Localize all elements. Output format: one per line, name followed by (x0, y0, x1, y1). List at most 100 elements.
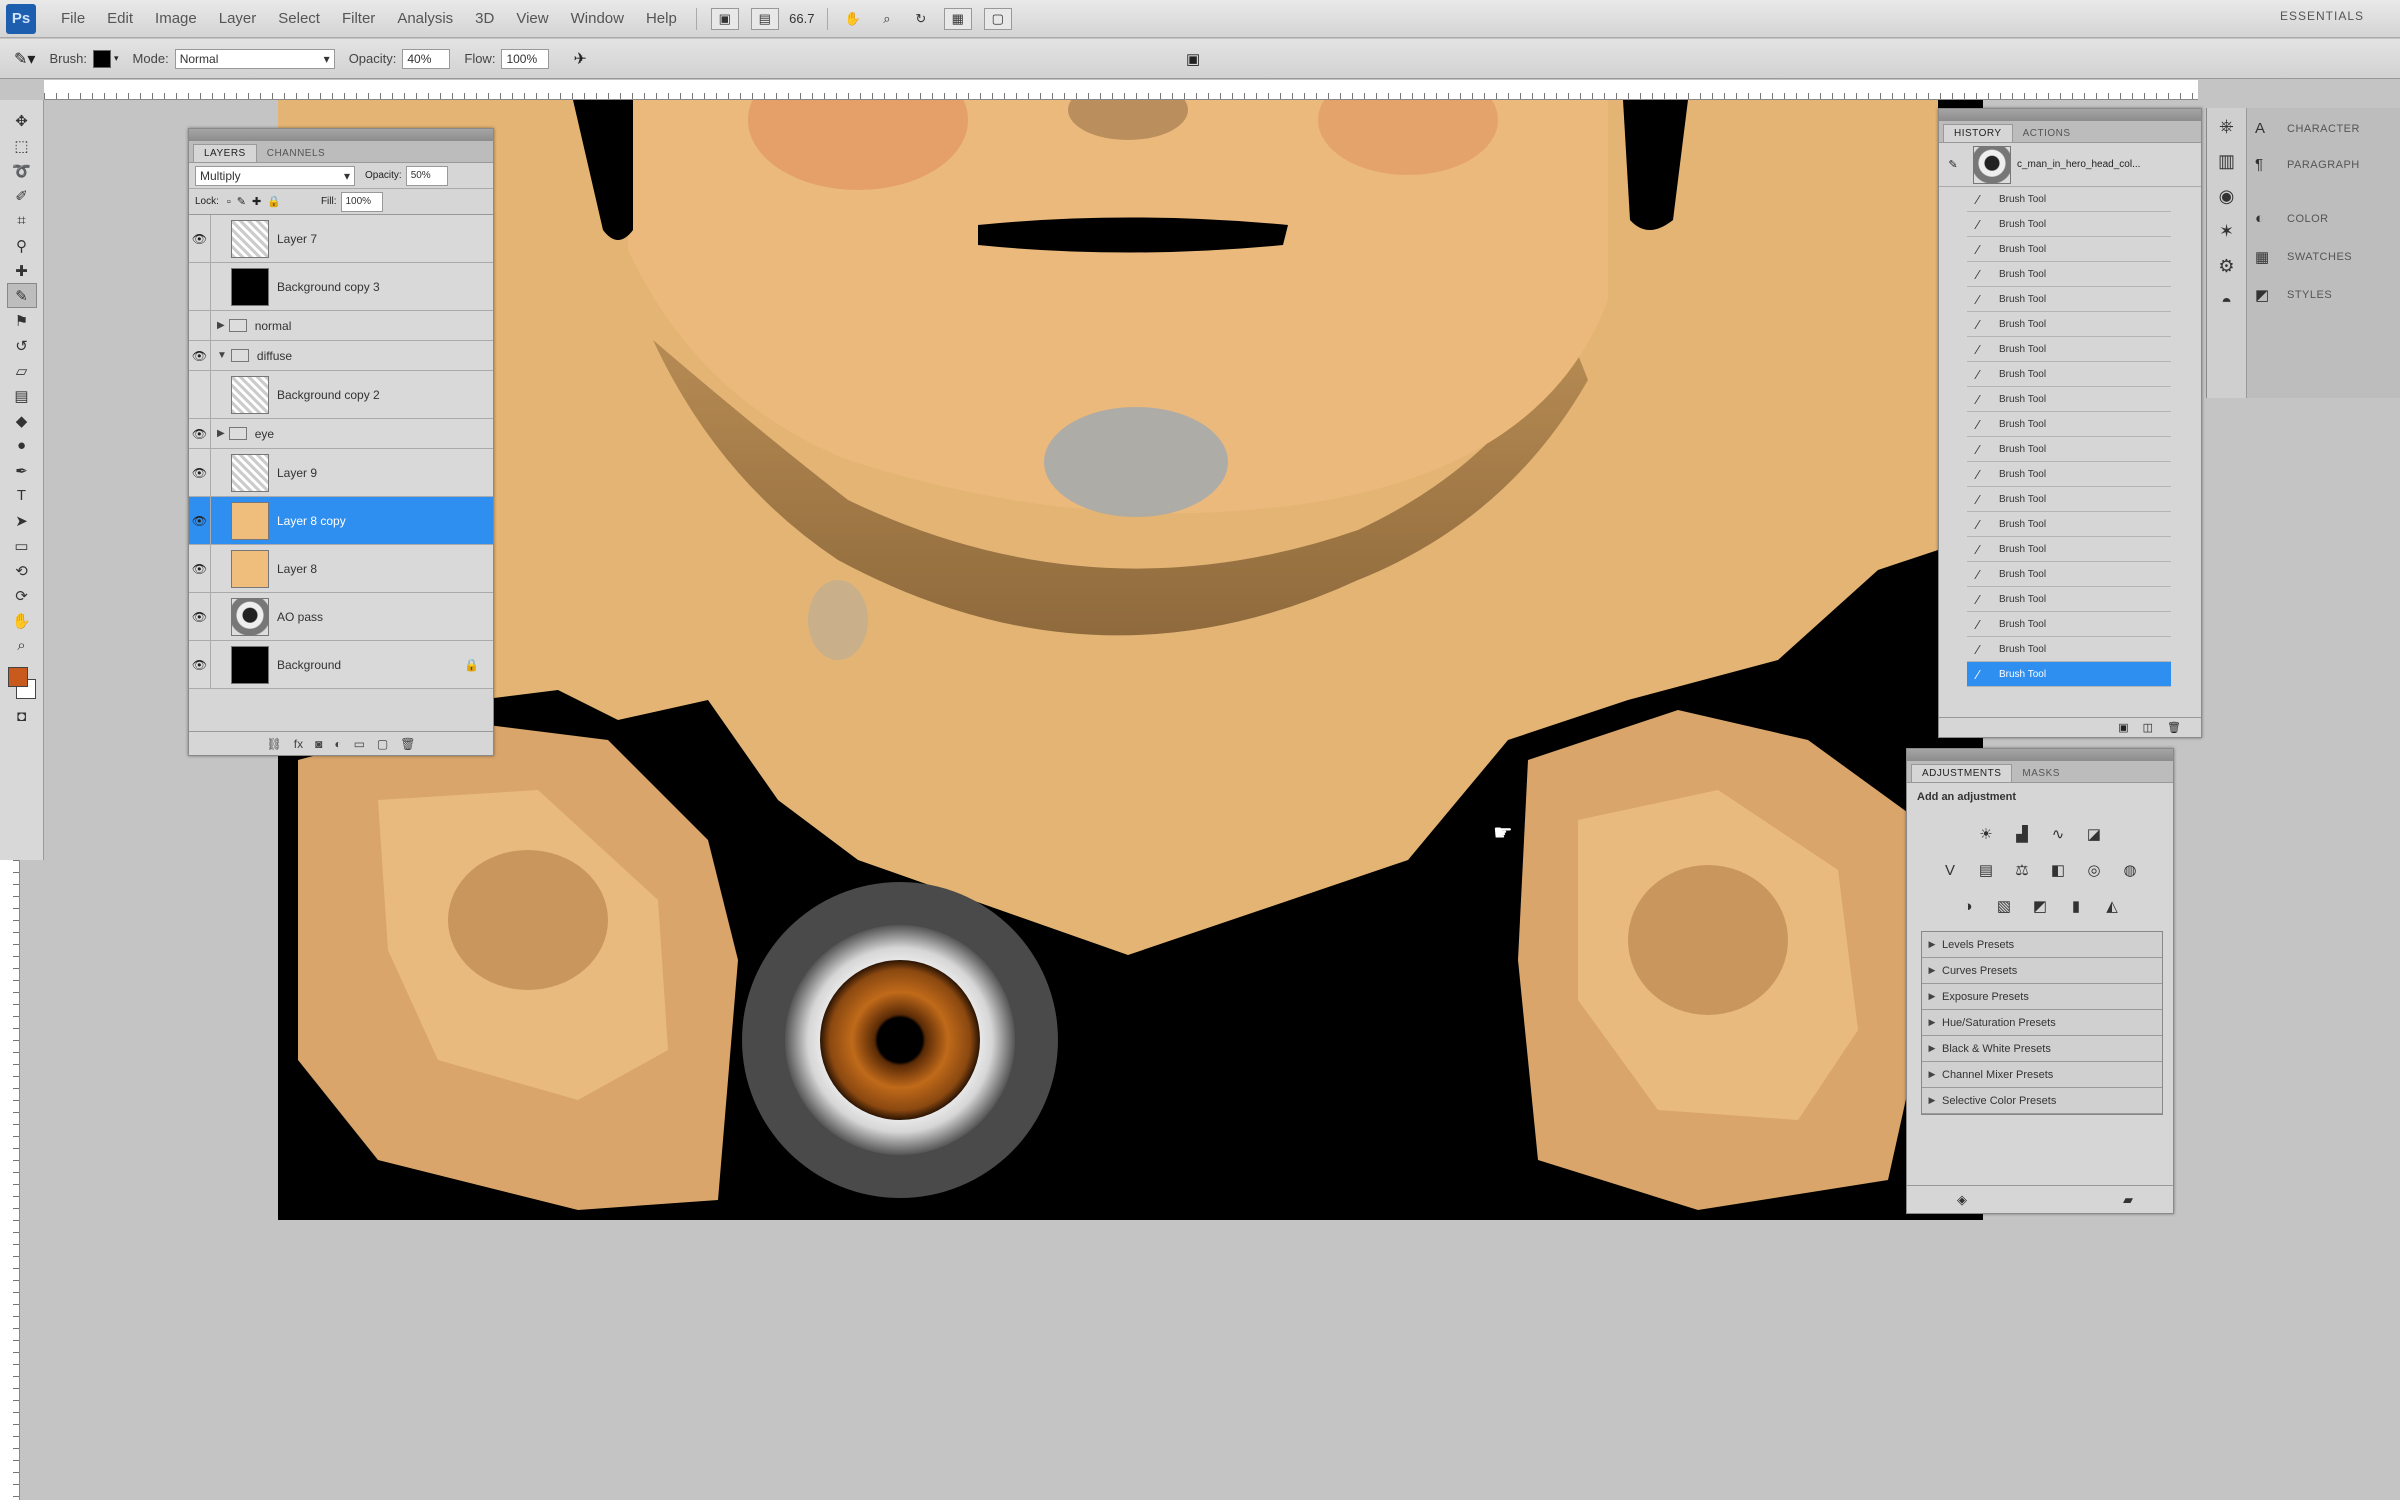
expand-triangle-icon[interactable]: ▶ (217, 320, 225, 331)
visibility-eye-icon[interactable]: 👁 (189, 215, 211, 262)
history-state[interactable]: ⁄ Brush Tool (1967, 462, 2171, 487)
link-layers-icon[interactable]: ⛓ (267, 737, 282, 751)
expand-triangle-icon[interactable]: ▶ (1922, 991, 1942, 1002)
dock-swatches[interactable]: ▦ SWATCHES (2255, 248, 2352, 266)
zoom-icon[interactable]: ⌕ (7, 633, 37, 658)
tab-actions[interactable]: ACTIONS (2013, 125, 2081, 142)
layer-group-row[interactable]: ▶ normal (189, 311, 493, 341)
layer-opacity-input[interactable]: 50% (405, 165, 448, 186)
layer-row[interactable]: Background copy 2 (189, 371, 493, 419)
layer-row[interactable]: 👁 Layer 9 (189, 449, 493, 497)
color-balance-icon[interactable]: ⚖ (2008, 857, 2036, 883)
add-mask-icon[interactable]: ◙ (315, 737, 322, 751)
dock-styles[interactable]: ◩ STYLES (2255, 286, 2332, 304)
tab-channels[interactable]: CHANNELS (257, 145, 335, 162)
brush-tool-preset-icon[interactable]: ✎▾ (14, 49, 35, 69)
lock-icons[interactable]: ▫✎✚🔒 (227, 195, 287, 208)
rotate-view-icon[interactable]: ↻ (910, 8, 932, 30)
fill-input[interactable]: 100% (340, 191, 383, 212)
invert-icon[interactable]: ◑ (1954, 893, 1982, 919)
blend-mode-select[interactable]: Multiply ▾ (195, 165, 355, 186)
bridge-icon[interactable]: ▣ (710, 7, 739, 30)
dock-paragraph[interactable]: ¶ PARAGRAPH (2255, 156, 2360, 173)
brushes-icon[interactable]: ✶ (2219, 221, 2234, 242)
histogram-icon[interactable]: ▥ (2218, 151, 2235, 172)
history-state[interactable]: ⁄ Brush Tool (1967, 587, 2171, 612)
history-state[interactable]: ⁄ Brush Tool (1967, 387, 2171, 412)
expand-triangle-icon[interactable]: ▶ (1922, 939, 1942, 950)
arrange-documents-icon[interactable]: ▦ (943, 7, 972, 30)
history-state[interactable]: ⁄ Brush Tool (1967, 262, 2171, 287)
healing-icon[interactable]: ✚ (7, 258, 37, 283)
visibility-eye-icon[interactable]: 👁 (189, 341, 211, 370)
layer-row[interactable]: Background copy 3 (189, 263, 493, 311)
new-group-icon[interactable]: ▭ (354, 737, 365, 751)
3d-rotate-icon[interactable]: ⟲ (7, 558, 37, 583)
tab-adjustments[interactable]: ADJUSTMENTS (1911, 764, 2013, 782)
visibility-toggle[interactable] (189, 371, 211, 418)
layer-row-selected[interactable]: 👁 Layer 8 copy (189, 497, 493, 545)
chevron-down-icon[interactable]: ▾ (114, 53, 119, 64)
crop-icon[interactable]: ⌗ (7, 208, 37, 233)
zoom-level[interactable]: 66.7 (789, 8, 814, 30)
history-state[interactable]: ⁄ Brush Tool (1967, 487, 2171, 512)
menu-file[interactable]: File (50, 10, 96, 27)
clip-to-layer-icon[interactable]: ◈ (1957, 1192, 1967, 1208)
menu-3d[interactable]: 3D (464, 10, 505, 27)
trash-icon[interactable]: 🗑 (400, 737, 415, 751)
levels-icon[interactable]: ▟ (2008, 821, 2036, 847)
menu-analysis[interactable]: Analysis (386, 10, 464, 27)
preset-hue-saturation[interactable]: ▶ Hue/Saturation Presets (1922, 1010, 2162, 1036)
foreground-color-swatch[interactable] (7, 667, 28, 687)
3d-icon[interactable]: ◓ (2221, 291, 2232, 312)
collapse-triangle-icon[interactable]: ▼ (217, 350, 227, 361)
channel-mixer-icon[interactable]: ◍ (2116, 857, 2144, 883)
opacity-input[interactable]: 40% (402, 48, 451, 69)
expand-triangle-icon[interactable]: ▶ (217, 428, 225, 439)
panel-titlebar[interactable] (1907, 749, 2173, 761)
path-select-icon[interactable]: ➤ (7, 508, 37, 533)
snapshot-icon[interactable]: ◫ (2143, 721, 2153, 734)
quick-mask-icon[interactable]: ◘ (7, 704, 37, 729)
history-state[interactable]: ⁄ Brush Tool (1967, 637, 2171, 662)
gradient-map-icon[interactable]: ▮ (2062, 893, 2090, 919)
navigator-icon[interactable]: ⎈ (2219, 116, 2233, 137)
visibility-eye-icon[interactable]: 👁 (189, 419, 211, 448)
dock-character[interactable]: A CHARACTER (2255, 120, 2360, 137)
history-brush-icon[interactable]: ↺ (7, 333, 37, 358)
expand-triangle-icon[interactable]: ▶ (1922, 1095, 1942, 1106)
menu-select[interactable]: Select (267, 10, 331, 27)
photo-filter-icon[interactable]: ◎ (2080, 857, 2108, 883)
blur-icon[interactable]: ◆ (7, 408, 37, 433)
airbrush-icon[interactable]: ✈ (573, 49, 586, 69)
mode-select[interactable]: Normal ▾ (174, 48, 335, 69)
visibility-eye-icon[interactable]: 👁 (189, 641, 211, 688)
menu-edit[interactable]: Edit (96, 10, 144, 27)
menu-window[interactable]: Window (560, 10, 635, 27)
black-white-icon[interactable]: ◧ (2044, 857, 2072, 883)
brightness-contrast-icon[interactable]: ☀ (1972, 821, 2000, 847)
zoom-icon[interactable]: ⌕ (876, 8, 898, 30)
layer-group-row[interactable]: 👁 ▼ diffuse (189, 341, 493, 371)
history-state[interactable]: ⁄ Brush Tool (1967, 562, 2171, 587)
hue-saturation-icon[interactable]: ▤ (1972, 857, 2000, 883)
history-snapshot[interactable]: ✎ c_man_in_hero_head_col... (1939, 143, 2201, 187)
brush-icon[interactable]: ✎ (6, 283, 37, 308)
history-state[interactable]: ⁄ Brush Tool (1967, 337, 2171, 362)
3d-orbit-icon[interactable]: ⟳ (7, 583, 37, 608)
history-state[interactable]: ⁄ Brush Tool (1967, 612, 2171, 637)
dodge-icon[interactable]: ● (7, 433, 37, 458)
preset-curves[interactable]: ▶ Curves Presets (1922, 958, 2162, 984)
visibility-toggle[interactable] (189, 311, 211, 340)
menu-layer[interactable]: Layer (208, 10, 268, 27)
visibility-toggle[interactable] (189, 263, 211, 310)
mini-bridge-icon[interactable]: ▤ (750, 7, 779, 30)
panel-titlebar[interactable] (189, 129, 493, 141)
new-document-icon[interactable]: ▣ (2118, 721, 2128, 734)
tablet-pressure-icon[interactable]: ▣ (1186, 50, 1200, 68)
move-icon[interactable]: ✥ (7, 108, 37, 133)
curves-icon[interactable]: ∿ (2044, 821, 2072, 847)
history-state[interactable]: ⁄ Brush Tool (1967, 237, 2171, 262)
document-canvas[interactable] (278, 100, 1983, 1220)
preset-channel-mixer[interactable]: ▶ Channel Mixer Presets (1922, 1062, 2162, 1088)
